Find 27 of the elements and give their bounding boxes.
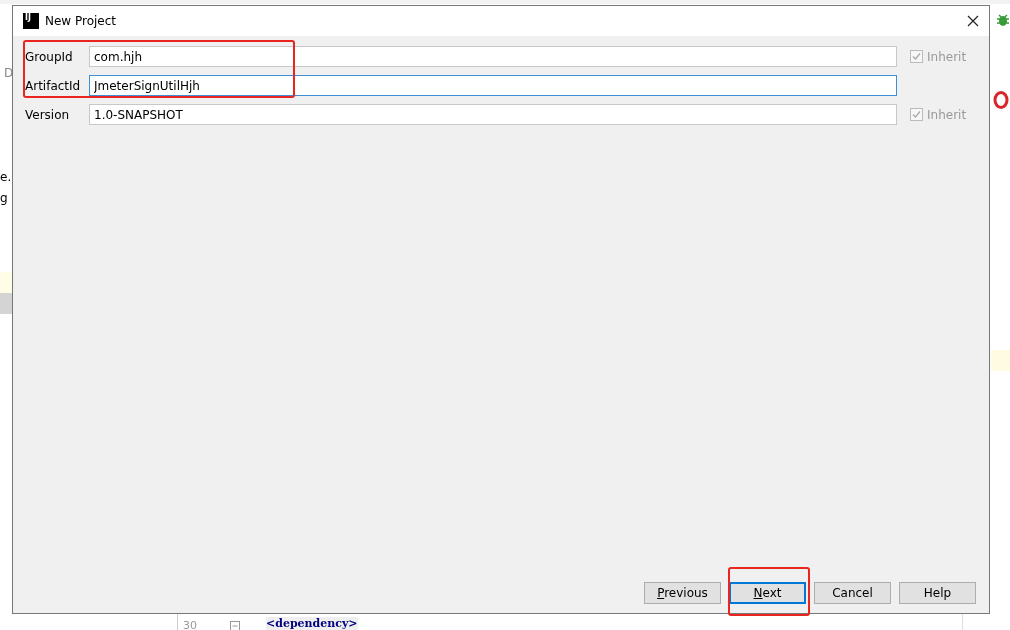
line-highlight bbox=[0, 272, 12, 293]
checkbox-label: Inherit bbox=[927, 107, 967, 122]
editor-text: g bbox=[0, 191, 8, 205]
checkbox[interactable] bbox=[910, 50, 923, 63]
field-label: GroupId bbox=[25, 49, 74, 64]
app-icon: IJ bbox=[23, 13, 39, 29]
text-field[interactable]: 1.0-SNAPSHOT bbox=[89, 104, 897, 125]
field-label: ArtifactId bbox=[25, 78, 82, 93]
close-icon[interactable] bbox=[967, 15, 979, 27]
line-highlight bbox=[0, 293, 12, 314]
fold-icon[interactable] bbox=[230, 620, 240, 630]
dialog-button[interactable]: Previous bbox=[644, 582, 721, 604]
editor-text: D bbox=[4, 66, 14, 80]
bug-icon[interactable] bbox=[996, 13, 1010, 27]
line-number: 30 bbox=[183, 619, 197, 630]
text-field[interactable]: com.hjh bbox=[89, 46, 897, 67]
field-label: Version bbox=[25, 107, 71, 122]
dialog-button[interactable]: Next bbox=[729, 582, 806, 604]
text-field[interactable]: JmeterSignUtilHjh bbox=[89, 75, 897, 96]
editor-text: e. bbox=[0, 170, 12, 184]
dialog-button[interactable]: Cancel bbox=[814, 582, 891, 604]
line-highlight bbox=[991, 350, 1010, 371]
window-title: New Project bbox=[45, 14, 118, 28]
circle-icon[interactable] bbox=[993, 91, 1009, 109]
dialog-button[interactable]: Help bbox=[899, 582, 976, 604]
checkbox-label: Inherit bbox=[927, 49, 967, 64]
checkbox[interactable] bbox=[910, 108, 923, 121]
